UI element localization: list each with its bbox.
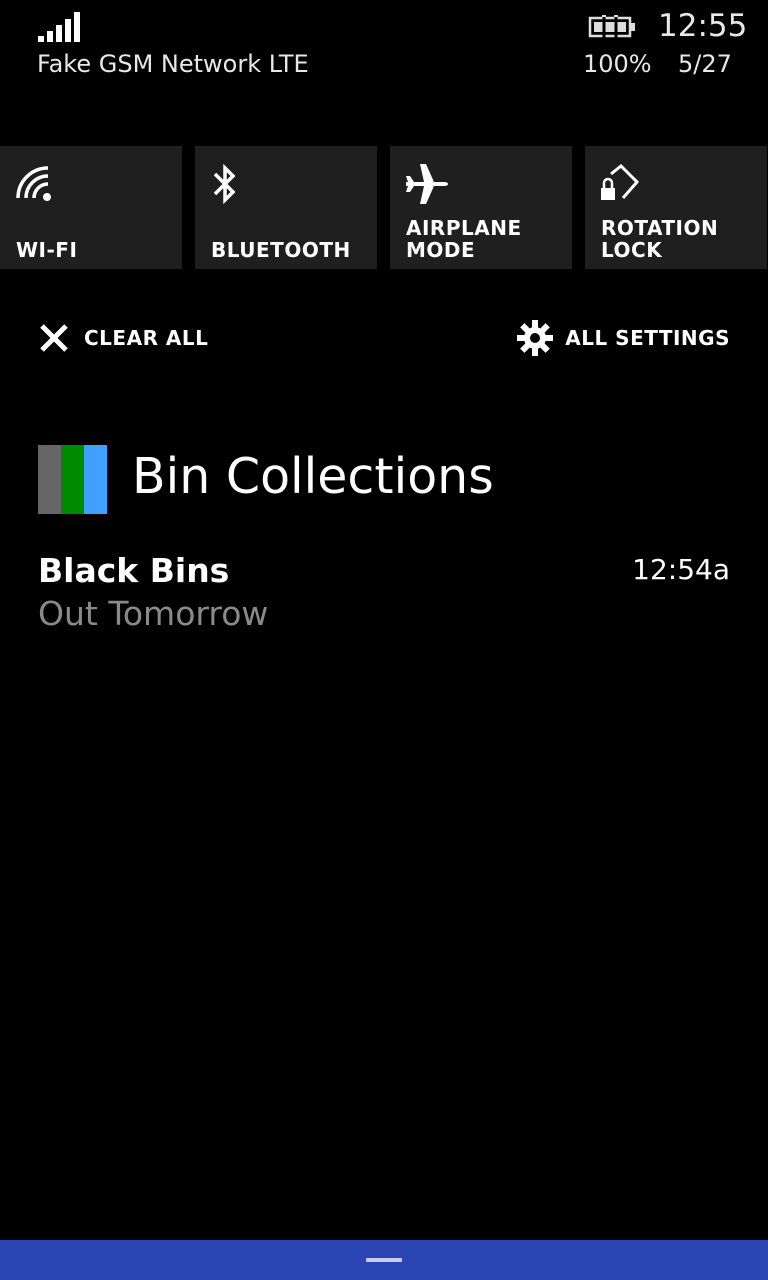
all-settings-label: ALL SETTINGS: [565, 326, 730, 350]
battery-charging-icon: [588, 14, 635, 40]
bluetooth-icon: [213, 164, 236, 204]
rotation-lock-toggle[interactable]: ROTATION LOCK: [585, 146, 767, 269]
clock: 12:55: [658, 8, 748, 44]
battery-percent: 100%: [583, 50, 652, 78]
rotation-lock-label: ROTATION LOCK: [601, 216, 719, 262]
app-name[interactable]: Bin Collections: [132, 448, 494, 505]
all-settings-button[interactable]: ALL SETTINGS: [517, 320, 730, 356]
airplane-mode-toggle[interactable]: AIRPLANE MODE: [390, 146, 572, 269]
date: 5/27: [678, 50, 732, 78]
logo-stripe-grey: [38, 445, 61, 514]
notification-body[interactable]: Out Tomorrow: [38, 594, 268, 633]
notification-title[interactable]: Black Bins: [38, 551, 229, 590]
close-icon: [40, 324, 68, 352]
bluetooth-toggle[interactable]: BLUETOOTH: [195, 146, 377, 269]
drag-handle[interactable]: [366, 1258, 402, 1262]
bluetooth-label: BLUETOOTH: [211, 238, 351, 262]
action-center-bottom-bar[interactable]: [0, 1240, 768, 1280]
airplane-icon: [406, 164, 448, 204]
logo-stripe-blue: [84, 445, 107, 514]
carrier-name: Fake GSM Network LTE: [37, 50, 309, 78]
signal-bars-icon: [38, 12, 80, 42]
gear-icon: [517, 320, 554, 356]
clear-all-button[interactable]: CLEAR ALL: [38, 320, 208, 356]
logo-stripe-green: [61, 445, 84, 514]
wifi-label: WI-FI: [16, 238, 78, 262]
app-logo: [38, 445, 107, 514]
airplane-mode-label: AIRPLANE MODE: [406, 216, 522, 262]
clear-all-label: CLEAR ALL: [84, 326, 209, 350]
wifi-icon: [16, 166, 51, 201]
rotation-lock-icon: [601, 164, 640, 200]
notification-time: 12:54a: [632, 553, 730, 586]
wifi-toggle[interactable]: WI-FI: [0, 146, 182, 269]
